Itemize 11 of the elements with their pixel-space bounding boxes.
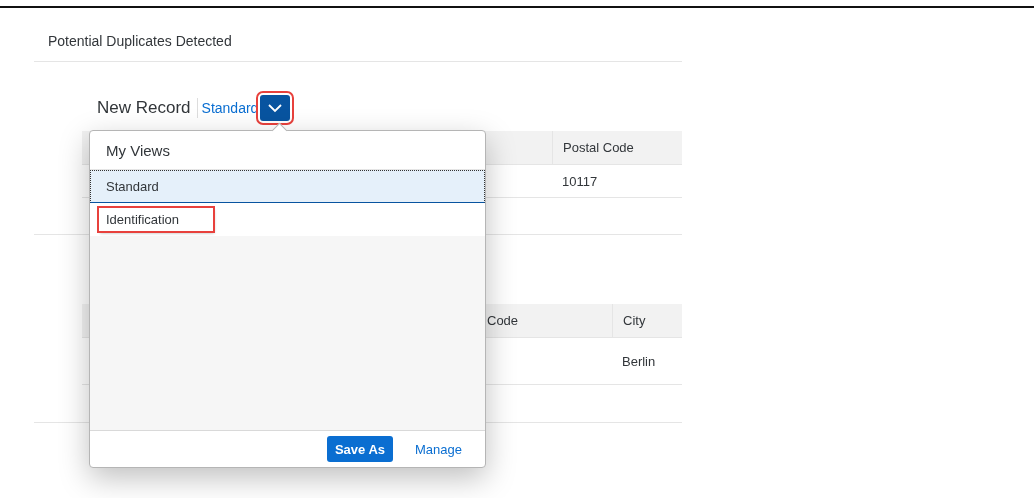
column-header: Postal Code <box>552 131 682 164</box>
manage-link[interactable]: Manage <box>407 436 470 462</box>
table-cell-text: Berlin <box>621 352 657 371</box>
chevron-down-icon <box>268 103 283 113</box>
dialog-title: Potential Duplicates Detected <box>34 8 682 62</box>
view-item[interactable]: Standard <box>90 170 485 203</box>
view-item[interactable]: Identification <box>90 203 485 236</box>
column-header: City <box>612 304 682 337</box>
save-as-button[interactable]: Save As <box>326 436 393 462</box>
record-heading: New Record <box>97 98 198 118</box>
table-cell-text: 10117 <box>561 172 599 191</box>
